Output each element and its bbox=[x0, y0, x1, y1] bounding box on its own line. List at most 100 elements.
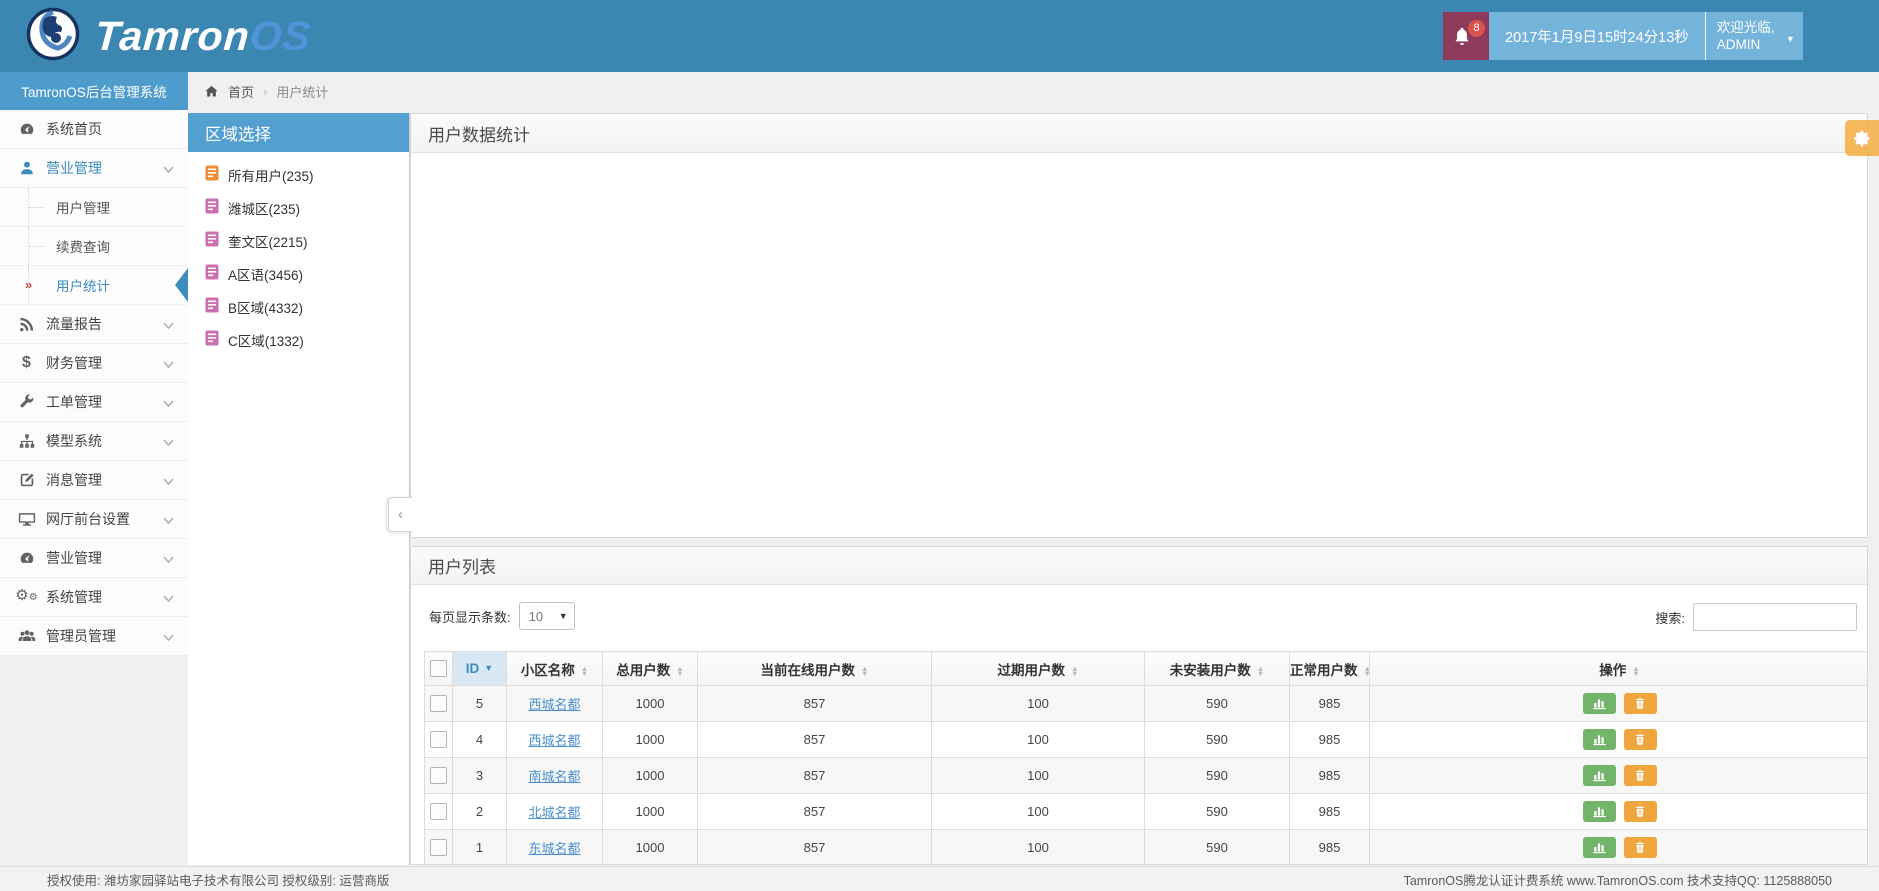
sidebar-item-label: 系统首页 bbox=[46, 121, 102, 137]
topbar-right-cluster: 8 2017年1月9日15时24分13秒 欢迎光临, ADMIN ▼ bbox=[1443, 12, 1803, 60]
cell-actions bbox=[1369, 721, 1867, 758]
community-link[interactable]: 南城名都 bbox=[528, 769, 580, 784]
cell-online-users: 857 bbox=[697, 685, 932, 722]
sidebar-subitem[interactable]: 用户管理 bbox=[0, 188, 188, 227]
sidebar-item[interactable]: ⚙⚙ 系统管理 bbox=[0, 578, 188, 617]
column-header[interactable]: 未安装用户数 ▲ ▼ bbox=[1144, 651, 1290, 686]
row-checkbox[interactable] bbox=[430, 767, 447, 785]
sidebar-item[interactable]: $ 财务管理 bbox=[0, 344, 188, 383]
cell-community: 西城名都 bbox=[506, 685, 603, 722]
sort-desc-icon: ▼ bbox=[484, 663, 494, 673]
region-doc-icon bbox=[205, 330, 219, 349]
sidebar-item[interactable]: 营业管理 bbox=[0, 539, 188, 578]
column-header[interactable]: ID ▼ bbox=[452, 651, 507, 686]
breadcrumb-home[interactable]: 首页 bbox=[228, 82, 254, 101]
collapse-region-button[interactable]: ‹ bbox=[388, 497, 412, 532]
search-input[interactable] bbox=[1693, 603, 1857, 631]
rss-icon bbox=[16, 315, 37, 333]
sidebar-item[interactable]: 模型系统 bbox=[0, 422, 188, 461]
delete-button[interactable] bbox=[1623, 837, 1657, 858]
region-item-label: A区语(3456) bbox=[228, 267, 304, 283]
delete-button[interactable] bbox=[1623, 801, 1657, 822]
chart-button[interactable] bbox=[1582, 729, 1616, 750]
region-item[interactable]: A区语(3456) bbox=[188, 257, 409, 290]
cell-total-users: 1000 bbox=[602, 757, 698, 794]
sort-icon: ▲▼ bbox=[676, 663, 684, 678]
sidebar-item-label: 网厅前台设置 bbox=[46, 511, 130, 527]
region-item[interactable]: B区域(4332) bbox=[188, 290, 409, 323]
region-item[interactable]: 潍城区(235) bbox=[188, 191, 409, 224]
community-link[interactable]: 东城名都 bbox=[528, 841, 580, 856]
cell-community: 北城名都 bbox=[506, 793, 603, 830]
chart-button[interactable] bbox=[1582, 765, 1616, 786]
sidebar-item-label: 管理员管理 bbox=[46, 628, 116, 644]
select-all-checkbox[interactable] bbox=[430, 660, 447, 677]
cell-community: 东城名都 bbox=[506, 829, 603, 864]
cell-expired-users: 100 bbox=[931, 793, 1145, 830]
tree-connector bbox=[29, 246, 43, 247]
welcome-text: 欢迎光临, bbox=[1716, 20, 1775, 35]
column-header[interactable]: 当前在线用户数 ▲ ▼ bbox=[697, 651, 932, 686]
sidebar-item[interactable]: 流量报告 bbox=[0, 305, 188, 344]
sidebar-item[interactable]: 工单管理 bbox=[0, 383, 188, 422]
search-label: 搜索: bbox=[1655, 610, 1685, 626]
monitor-icon bbox=[16, 510, 37, 528]
region-item[interactable]: 所有用户(235) bbox=[188, 158, 409, 191]
region-panel-title: 区域选择 bbox=[188, 113, 409, 152]
delete-button[interactable] bbox=[1623, 765, 1657, 786]
home-icon bbox=[205, 85, 218, 97]
cell-total-users: 1000 bbox=[602, 829, 698, 864]
settings-fab-button[interactable] bbox=[1845, 120, 1879, 156]
table-row: 5 西城名都 1000 857 100 590 985 bbox=[424, 685, 1867, 722]
cell-id: 5 bbox=[452, 685, 507, 722]
dashboard-icon bbox=[16, 120, 37, 138]
community-link[interactable]: 西城名都 bbox=[528, 733, 580, 748]
footer-license-text: 授权使用: 潍坊家园驿站电子技术有限公司 授权级别: 运营商版 bbox=[47, 873, 390, 888]
chevron-down-icon bbox=[162, 436, 175, 452]
row-checkbox[interactable] bbox=[430, 803, 447, 821]
cell-online-users: 857 bbox=[697, 757, 932, 794]
delete-button[interactable] bbox=[1623, 693, 1657, 714]
column-header[interactable]: 总用户数 ▲ ▼ bbox=[602, 651, 698, 686]
chart-button[interactable] bbox=[1582, 801, 1616, 822]
sidebar-item[interactable]: 网厅前台设置 bbox=[0, 500, 188, 539]
community-link[interactable]: 西城名都 bbox=[528, 697, 580, 712]
notifications-button[interactable]: 8 bbox=[1443, 12, 1489, 60]
sidebar-item[interactable]: 营业管理 bbox=[0, 149, 188, 188]
sidebar-item-label: 财务管理 bbox=[46, 355, 102, 371]
column-header[interactable]: 正常用户数 ▲▼ bbox=[1289, 651, 1370, 686]
sort-icon: ▲▼ bbox=[1071, 663, 1079, 678]
column-header[interactable]: 过期用户数 ▲ ▼ bbox=[931, 651, 1145, 686]
cell-id: 4 bbox=[452, 721, 507, 758]
sidebar-subitem[interactable]: 续费查询 bbox=[0, 227, 188, 266]
sidebar-item-label: 流量报告 bbox=[46, 316, 102, 332]
chevron-down-icon bbox=[162, 397, 175, 413]
user-list-panel: 用户列表 每页显示条数: 10 ▼ 搜索: ID ▼ 小区名称 ▲ ▼ 总用户数 ▲ ▼ 当前在… bbox=[410, 546, 1868, 865]
table-row: 3 南城名都 1000 857 100 590 985 bbox=[424, 757, 1867, 794]
sidebar-item[interactable]: 系统首页 bbox=[0, 110, 188, 149]
row-checkbox[interactable] bbox=[430, 731, 447, 749]
community-link[interactable]: 北城名都 bbox=[528, 805, 580, 820]
table-row: 2 北城名都 1000 857 100 590 985 bbox=[424, 793, 1867, 830]
user-menu[interactable]: 欢迎光临, ADMIN ▼ bbox=[1704, 12, 1803, 60]
row-checkbox[interactable] bbox=[430, 839, 447, 857]
chevron-down-icon bbox=[162, 319, 175, 335]
chart-button[interactable] bbox=[1582, 837, 1616, 858]
column-header[interactable]: 小区名称 ▲ ▼ bbox=[506, 651, 603, 686]
column-header[interactable]: 操作 ▲ ▼ bbox=[1369, 651, 1867, 686]
sidebar-item[interactable]: 消息管理 bbox=[0, 461, 188, 500]
cell-expired-users: 100 bbox=[931, 721, 1145, 758]
user-icon bbox=[16, 159, 37, 177]
page-size-select[interactable]: 10 ▼ bbox=[518, 602, 575, 630]
cell-uninstalled-users: 590 bbox=[1144, 757, 1290, 794]
sidebar-item-label: 消息管理 bbox=[46, 472, 102, 488]
chart-button[interactable] bbox=[1582, 693, 1616, 714]
region-item[interactable]: C区域(1332) bbox=[188, 323, 409, 356]
sidebar-subitem[interactable]: » 用户统计 bbox=[0, 266, 188, 305]
delete-button[interactable] bbox=[1623, 729, 1657, 750]
row-checkbox[interactable] bbox=[430, 695, 447, 713]
cell-online-users: 857 bbox=[697, 793, 932, 830]
app-logo: TamronOS bbox=[26, 7, 313, 63]
sidebar-item[interactable]: 管理员管理 bbox=[0, 617, 188, 656]
region-item[interactable]: 奎文区(2215) bbox=[188, 224, 409, 257]
